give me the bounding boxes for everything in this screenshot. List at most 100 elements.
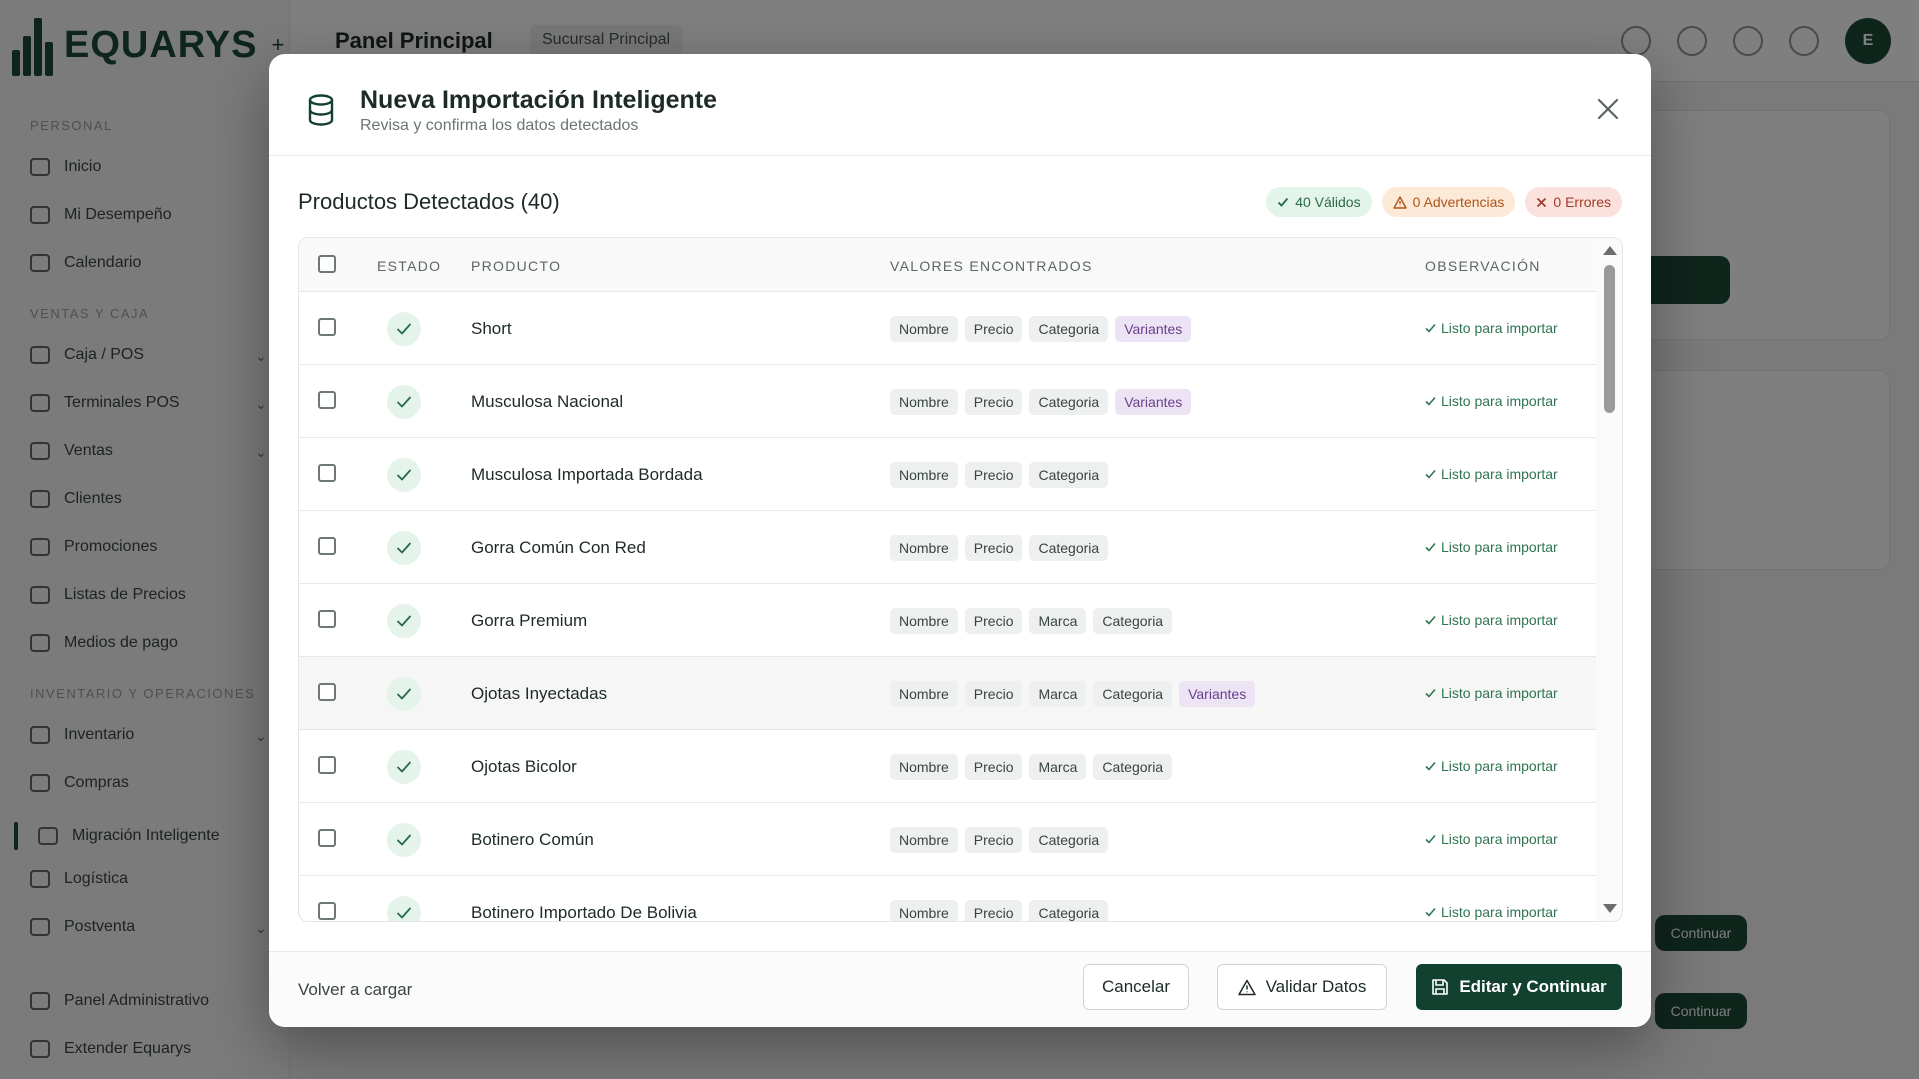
- table-row[interactable]: Ojotas Bicolor Nombre Precio Marca Categori…: [299, 730, 1597, 803]
- products-table: ESTADO PRODUCTO VALORES ENCONTRADOS OBSE…: [298, 237, 1623, 922]
- variant-tag: Variantes: [1115, 316, 1192, 342]
- check-icon: [397, 323, 411, 335]
- cancel-button-label: Cancelar: [1101, 977, 1171, 996]
- value-tag: Precio: [964, 827, 1023, 853]
- table-header: ESTADO PRODUCTO VALORES ENCONTRADOS OBSE…: [299, 238, 1597, 292]
- scroll-down-arrow-icon[interactable]: [1603, 904, 1617, 913]
- row-checkbox[interactable]: [318, 391, 336, 409]
- value-tag: Categoria: [1029, 389, 1109, 415]
- observation: Listo para importar: [1425, 539, 1558, 555]
- status-badge: [387, 531, 421, 565]
- table-row[interactable]: Gorra Común Con Red Nombre Precio Categori…: [299, 511, 1597, 584]
- row-checkbox[interactable]: [318, 756, 336, 774]
- table-row[interactable]: Short Nombre Precio Categoria Variantes Lis…: [299, 292, 1597, 365]
- observation-text: Listo para importar: [1441, 393, 1558, 409]
- row-checkbox[interactable]: [318, 829, 336, 847]
- scrollbar-thumb[interactable]: [1604, 265, 1615, 413]
- check-icon: [1425, 761, 1436, 771]
- found-values: Nombre Precio Categoria: [890, 900, 1109, 921]
- modal-header: Nueva Importación Inteligente Revisa y c…: [269, 54, 1651, 156]
- value-tag: Nombre: [890, 462, 958, 488]
- value-tag: Nombre: [890, 754, 958, 780]
- found-values: Nombre Precio Categoria: [890, 535, 1109, 561]
- status-badge: [387, 604, 421, 638]
- value-tag: Categoria: [1029, 827, 1109, 853]
- errors-badge: 0 Errores: [1525, 187, 1622, 217]
- modal-title: Nueva Importación Inteligente: [360, 86, 718, 114]
- column-header-observation: OBSERVACIÓN: [1425, 258, 1541, 274]
- table-row[interactable]: Gorra Premium Nombre Precio Marca Categoria…: [299, 584, 1597, 657]
- column-header-values: VALORES ENCONTRADOS: [890, 258, 1093, 274]
- validate-button-label: Validar Datos: [1265, 977, 1367, 996]
- check-icon: [1425, 469, 1436, 479]
- value-tag: Marca: [1029, 608, 1087, 634]
- row-checkbox[interactable]: [318, 902, 336, 920]
- check-icon: [397, 688, 411, 700]
- edit-and-continue-button[interactable]: Editar y Continuar: [1416, 964, 1622, 1010]
- table-row[interactable]: Musculosa Nacional Nombre Precio Categoria…: [299, 365, 1597, 438]
- value-tag: Precio: [964, 535, 1023, 561]
- value-tag: Marca: [1029, 681, 1087, 707]
- product-name: Musculosa Importada Bordada: [471, 465, 703, 484]
- row-checkbox[interactable]: [318, 318, 336, 336]
- value-tag: Nombre: [890, 608, 958, 634]
- variant-tag: Variantes: [1115, 389, 1192, 415]
- row-checkbox[interactable]: [318, 464, 336, 482]
- found-values: Nombre Precio Categoria Variantes: [890, 316, 1192, 342]
- value-tag: Precio: [964, 462, 1023, 488]
- table-row[interactable]: Botinero Común Nombre Precio Categoria Lis…: [299, 803, 1597, 876]
- check-icon: [1425, 688, 1436, 698]
- table-row[interactable]: Musculosa Importada Bordada Nombre Precio…: [299, 438, 1597, 511]
- status-badge: [387, 677, 421, 711]
- value-tag: Marca: [1029, 754, 1087, 780]
- value-tag: Nombre: [890, 827, 958, 853]
- errors-badge-label: 0 Errores: [1553, 194, 1611, 210]
- reload-link[interactable]: Volver a cargar: [298, 980, 412, 1000]
- value-tag: Precio: [964, 681, 1023, 707]
- observation-text: Listo para importar: [1441, 904, 1558, 920]
- found-values: Nombre Precio Categoria Variantes: [890, 389, 1192, 415]
- observation-text: Listo para importar: [1441, 685, 1558, 701]
- select-all-checkbox[interactable]: [318, 255, 336, 273]
- found-values: Nombre Precio Marca Categoria Variantes: [890, 681, 1256, 707]
- database-icon: [308, 94, 334, 126]
- check-icon: [1425, 907, 1436, 917]
- modal-footer: Volver a cargar Cancelar Validar Datos E…: [269, 951, 1651, 1027]
- value-tag: Precio: [964, 389, 1023, 415]
- value-tag: Nombre: [890, 389, 958, 415]
- value-tag: Nombre: [890, 316, 958, 342]
- value-tag: Precio: [964, 608, 1023, 634]
- product-name: Gorra Común Con Red: [471, 538, 646, 557]
- scroll-up-arrow-icon[interactable]: [1603, 246, 1617, 255]
- table-row[interactable]: Botinero Importado De Bolivia Nombre Prec…: [299, 876, 1597, 921]
- value-tag: Precio: [964, 900, 1023, 921]
- product-name: Botinero Común: [471, 830, 594, 849]
- status-badge: [387, 312, 421, 346]
- value-tag: Categoria: [1093, 608, 1173, 634]
- product-name: Short: [471, 319, 512, 338]
- found-values: Nombre Precio Marca Categoria: [890, 608, 1173, 634]
- warnings-badge-label: 0 Advertencias: [1412, 194, 1505, 210]
- observation-text: Listo para importar: [1441, 831, 1558, 847]
- value-tag: Categoria: [1093, 754, 1173, 780]
- status-badge: [387, 823, 421, 857]
- row-checkbox[interactable]: [318, 610, 336, 628]
- check-icon: [397, 761, 411, 773]
- valid-badge: 40 Válidos: [1266, 187, 1372, 217]
- product-name: Musculosa Nacional: [471, 392, 624, 411]
- warnings-badge: 0 Advertencias: [1381, 187, 1516, 217]
- close-icon[interactable]: [1595, 96, 1621, 122]
- observation-text: Listo para importar: [1441, 612, 1558, 628]
- row-checkbox[interactable]: [318, 683, 336, 701]
- status-badge: [387, 896, 421, 921]
- import-modal: Nueva Importación Inteligente Revisa y c…: [269, 54, 1651, 1027]
- edit-and-continue-label: Editar y Continuar: [1459, 977, 1607, 996]
- status-badge: [387, 750, 421, 784]
- table-scrollbar[interactable]: [1596, 238, 1622, 921]
- row-checkbox[interactable]: [318, 537, 336, 555]
- validate-button[interactable]: Validar Datos: [1217, 964, 1387, 1010]
- section-title: Productos Detectados (40): [298, 189, 560, 214]
- table-row[interactable]: Ojotas Inyectadas Nombre Precio Marca Categ…: [299, 657, 1597, 730]
- cancel-button[interactable]: Cancelar: [1083, 964, 1189, 1010]
- x-icon: [1537, 197, 1547, 207]
